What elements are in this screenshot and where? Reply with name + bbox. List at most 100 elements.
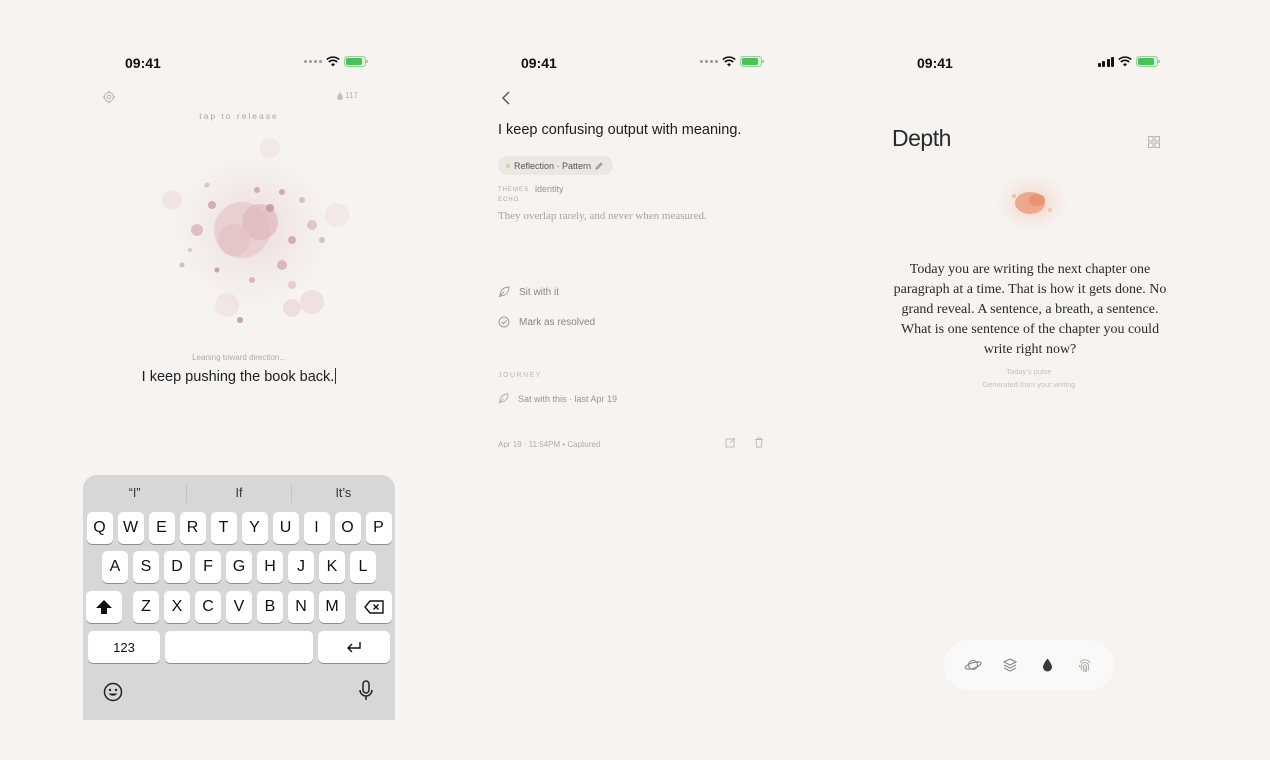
return-icon	[347, 642, 361, 653]
pulse-caption: Today's pulse Generated from your writin…	[874, 365, 1184, 391]
key-j[interactable]: J	[288, 551, 314, 583]
key-a[interactable]: A	[102, 551, 128, 583]
key-z[interactable]: Z	[133, 591, 159, 623]
journey-item-text: Sat with this · last Apr 19	[518, 393, 618, 404]
echo-label: ECHO	[498, 197, 520, 203]
emoji-icon[interactable]	[103, 682, 123, 702]
drop-count: 117	[345, 91, 358, 100]
layers-icon	[1003, 658, 1018, 672]
fingerprint-icon	[1079, 658, 1091, 672]
key-c[interactable]: C	[195, 591, 221, 623]
sit-with-it-button[interactable]: Sit with it	[498, 286, 559, 298]
pulse-sub: Generated from your writing	[982, 380, 1076, 389]
drop-icon	[337, 91, 344, 100]
key-n[interactable]: N	[288, 591, 314, 623]
status-time: 09:41	[917, 55, 953, 71]
signal-dots-icon	[304, 60, 322, 63]
reflection-chip[interactable]: Reflection · Pattern	[498, 156, 614, 175]
status-time: 09:41	[521, 55, 557, 71]
leaning-hint: Leaning toward direction...	[192, 353, 286, 362]
wifi-icon	[722, 56, 736, 67]
themes-label: THEMES	[498, 187, 530, 193]
gear-icon[interactable]	[102, 90, 116, 104]
suggestion-2[interactable]: If	[187, 483, 292, 503]
key-e[interactable]: E	[148, 512, 175, 544]
tab-fingerprint[interactable]	[1075, 655, 1095, 675]
tab-layers[interactable]	[1000, 655, 1020, 675]
shift-key[interactable]	[86, 591, 122, 623]
delete-key[interactable]	[356, 591, 392, 623]
journey-heading: JOURNEY	[498, 372, 542, 379]
key-h[interactable]: H	[257, 551, 283, 583]
key-x[interactable]: X	[164, 591, 190, 623]
status-bar: 09:41	[478, 52, 792, 74]
mark-resolved-label: Mark as resolved	[519, 316, 596, 328]
pencil-icon	[595, 161, 603, 170]
cellular-signal-icon	[1097, 56, 1114, 67]
theme-value[interactable]: identity	[535, 184, 564, 194]
chip-dot	[506, 163, 510, 168]
back-chevron-icon[interactable]	[500, 90, 512, 106]
trash-icon[interactable]	[754, 437, 764, 448]
leaf-icon	[498, 393, 509, 404]
drop-icon	[1043, 658, 1053, 672]
battery-icon	[1136, 56, 1160, 67]
edit-icon[interactable]	[725, 437, 736, 448]
text-cursor	[335, 368, 337, 384]
status-bar: 09:41	[82, 52, 396, 74]
tab-planet[interactable]	[963, 655, 983, 675]
battery-icon	[740, 56, 764, 67]
pulse-paragraph: Today you are writing the next chapter o…	[893, 262, 1167, 357]
tap-to-release-hint[interactable]: tap to release	[82, 111, 396, 121]
key-q[interactable]: Q	[86, 512, 113, 544]
planet-icon	[964, 659, 982, 671]
journey-item: Sat with this · last Apr 19	[498, 393, 617, 404]
page-title: Depth	[892, 125, 951, 151]
thought-cloud[interactable]	[152, 130, 352, 330]
key-r[interactable]: R	[179, 512, 206, 544]
microphone-icon[interactable]	[359, 680, 373, 702]
key-k[interactable]: K	[319, 551, 345, 583]
shift-icon	[96, 600, 112, 614]
leaf-icon	[498, 286, 510, 298]
key-s[interactable]: S	[133, 551, 159, 583]
space-key[interactable]	[165, 631, 313, 663]
chip-label: Reflection · Pattern	[514, 160, 592, 171]
mark-resolved-button[interactable]: Mark as resolved	[498, 316, 595, 328]
echo-quote: They overlap rarely, and never when meas…	[498, 210, 707, 222]
suggestion-1[interactable]: “I”	[83, 483, 188, 503]
suggestion-bar: “I” If It’s	[83, 483, 395, 503]
key-y[interactable]: Y	[241, 512, 268, 544]
key-g[interactable]: G	[226, 551, 252, 583]
drop-counter: 117	[337, 91, 358, 100]
wifi-icon	[1118, 56, 1132, 67]
return-key[interactable]	[318, 631, 390, 663]
key-f[interactable]: F	[195, 551, 221, 583]
numbers-key[interactable]: 123	[88, 631, 160, 663]
tab-drop[interactable]	[1038, 655, 1058, 675]
key-b[interactable]: B	[257, 591, 283, 623]
mood-blob	[994, 172, 1070, 234]
status-bar: 09:41	[874, 52, 1188, 74]
key-p[interactable]: P	[365, 512, 392, 544]
key-d[interactable]: D	[164, 551, 190, 583]
suggestion-3[interactable]: It’s	[292, 483, 395, 503]
entry-title: I keep confusing output with meaning.	[498, 122, 742, 138]
key-u[interactable]: U	[272, 512, 299, 544]
entry-input[interactable]: I keep pushing the book back.	[82, 368, 396, 385]
backspace-icon	[364, 600, 384, 614]
grid-icon[interactable]	[1148, 136, 1160, 148]
status-time: 09:41	[125, 55, 161, 71]
key-i[interactable]: I	[303, 512, 330, 544]
bottom-tab-bar	[944, 640, 1114, 690]
depth-screen: 09:41 Depth Today you are writing the ne…	[874, 0, 1188, 760]
key-w[interactable]: W	[117, 512, 144, 544]
key-row-3: Z X C V B N M	[83, 591, 395, 623]
key-m[interactable]: M	[319, 591, 345, 623]
entry-detail-screen: 09:41 I keep confusing output with meani…	[478, 0, 792, 760]
key-l[interactable]: L	[350, 551, 376, 583]
key-o[interactable]: O	[334, 512, 361, 544]
battery-icon	[344, 56, 368, 67]
key-t[interactable]: T	[210, 512, 237, 544]
key-v[interactable]: V	[226, 591, 252, 623]
